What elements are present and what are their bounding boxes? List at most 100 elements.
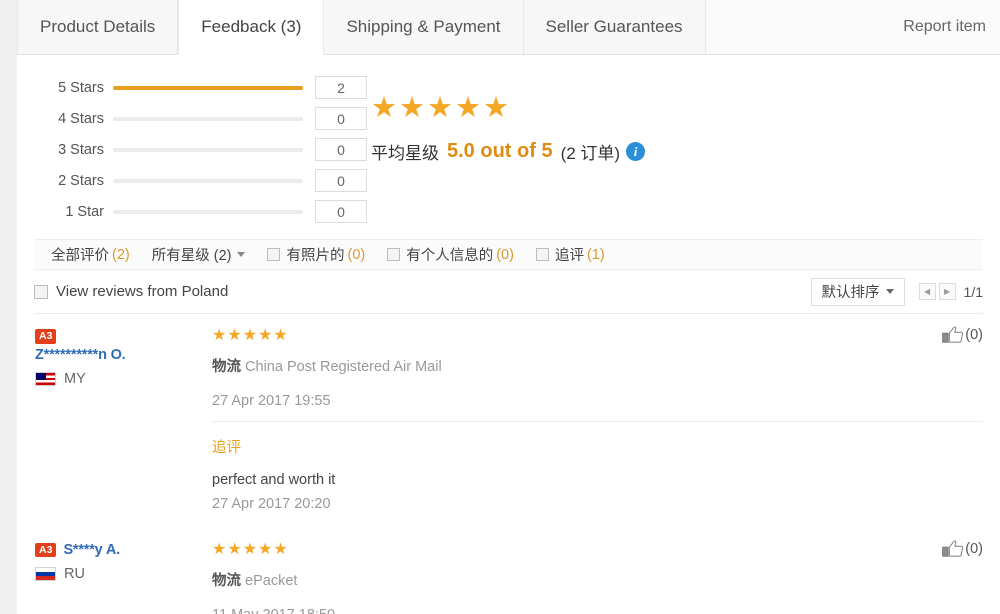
rating-row-1: 1 Star 0 xyxy=(51,196,367,227)
logistics-value: ePacket xyxy=(245,573,298,589)
review-stars-icon: ★★★★★ xyxy=(212,327,289,344)
chevron-down-icon xyxy=(237,252,246,257)
tab-label: Product Details xyxy=(40,17,156,36)
followup-review: 追评 perfect and worth it 27 Apr 2017 20:2… xyxy=(212,422,983,528)
sort-label: 默认排序 xyxy=(821,285,880,301)
country-code: RU xyxy=(64,566,85,582)
country-code: MY xyxy=(64,371,86,387)
report-item-link[interactable]: Report item xyxy=(903,0,1000,54)
followup-date: 27 Apr 2017 20:20 xyxy=(212,496,331,512)
reviewer-level-badge: A3 xyxy=(35,542,57,558)
rating-row-4: 4 Stars 0 xyxy=(51,103,367,134)
filter-all-reviews[interactable]: 全部评价 (2) xyxy=(51,244,130,265)
reviewer-info: A3 S****y A. RU xyxy=(34,542,174,614)
rating-row-5: 5 Stars 2 xyxy=(51,72,367,103)
helpful-button[interactable]: (0) xyxy=(942,540,983,558)
rating-count: 0 xyxy=(315,107,367,130)
filter-with-photos-label: 有照片的 xyxy=(286,248,345,264)
rating-row-label: 5 Stars xyxy=(58,79,104,96)
chevron-left-icon[interactable]: ◀ xyxy=(918,283,936,300)
helpful-count: (0) xyxy=(965,541,983,557)
rating-count: 0 xyxy=(315,169,367,192)
filter-all-reviews-label: 全部评价 xyxy=(51,248,109,264)
rating-bar-track xyxy=(113,147,303,152)
review-body: ★★★★★ 物流 China Post Registered Air Mail … xyxy=(174,328,983,528)
tab-label: Seller Guarantees xyxy=(545,17,683,36)
filter-with-personal-info-count: (0) xyxy=(496,246,514,263)
followup-title: 追评 xyxy=(212,440,241,456)
average-rating-score: 5.0 out of 5 xyxy=(447,140,553,162)
tab-bar-spacer xyxy=(705,0,904,54)
flag-icon-ru xyxy=(35,567,56,581)
review-item: A3 Z**********n O. MY ★★★★★ 物流 China Pos… xyxy=(34,314,983,528)
rating-bar-track xyxy=(113,178,303,183)
checkbox-icon[interactable] xyxy=(267,248,281,261)
view-options-row: View reviews from Poland 默认排序 ◀ ▶ 1/1 xyxy=(34,270,983,314)
review-stars-icon: ★★★★★ xyxy=(212,541,289,558)
checkbox-icon[interactable] xyxy=(535,248,549,261)
rating-bar-fill xyxy=(113,85,303,90)
filter-bar: 全部评价 (2) 所有星级 (2) 有照片的 (0) 有个人信息的 (0) 追评… xyxy=(34,239,983,270)
filter-all-reviews-count: (2) xyxy=(112,246,130,263)
filter-all-stars[interactable]: 所有星级 (2) xyxy=(152,244,246,265)
filter-with-photos-count: (0) xyxy=(347,246,366,263)
chevron-right-icon[interactable]: ▶ xyxy=(938,283,956,300)
tab-feedback[interactable]: Feedback (3) xyxy=(178,0,325,55)
rating-row-label: 3 Stars xyxy=(58,141,104,158)
sort-dropdown[interactable]: 默认排序 xyxy=(810,277,905,306)
tab-label: Feedback (3) xyxy=(201,17,302,36)
reviewer-name[interactable]: Z**********n O. xyxy=(35,347,174,363)
rating-count: 2 xyxy=(315,76,367,99)
average-stars-icon: ★★★★★ xyxy=(371,92,511,124)
rating-count: 0 xyxy=(315,138,367,161)
followup-text: perfect and worth it xyxy=(212,472,336,488)
average-rating-line: 平均星级 5.0 out of 5 (2 订单) i xyxy=(371,139,646,164)
logistics-label: 物流 xyxy=(212,573,241,589)
view-options-right: 默认排序 ◀ ▶ 1/1 xyxy=(810,277,983,306)
tab-product-details[interactable]: Product Details xyxy=(17,0,179,54)
tab-shipping-payment[interactable]: Shipping & Payment xyxy=(324,0,524,54)
filter-with-personal-info-label: 有个人信息的 xyxy=(406,248,494,264)
filter-followup-label: 追评 xyxy=(554,248,584,264)
rating-row-label: 1 Star xyxy=(65,203,104,220)
thumbs-up-icon xyxy=(942,326,964,343)
reviewer-country: RU xyxy=(35,566,174,582)
review-item: A3 S****y A. RU ★★★★★ 物流 ePacket 11 May … xyxy=(34,528,983,614)
rating-breakdown: 5 Stars 2 4 Stars 0 3 Stars 0 2 Stars 0 … xyxy=(17,72,367,227)
checkbox-icon[interactable] xyxy=(387,248,401,261)
thumbs-up-icon xyxy=(942,540,964,557)
rating-row-label: 2 Stars xyxy=(58,172,104,189)
logistics-value: China Post Registered Air Mail xyxy=(245,359,442,375)
rating-row-3: 3 Stars 0 xyxy=(51,134,367,165)
rating-summary: 5 Stars 2 4 Stars 0 3 Stars 0 2 Stars 0 … xyxy=(17,55,1000,227)
review-body: ★★★★★ 物流 ePacket 11 May 2017 18:50 xyxy=(174,542,983,614)
rating-bar-track xyxy=(113,209,303,214)
logistics-label: 物流 xyxy=(212,359,241,375)
average-rating-orders: (2 订单) xyxy=(560,144,621,163)
pagination: ◀ ▶ 1/1 xyxy=(918,283,983,300)
rating-bar-track xyxy=(113,85,303,90)
average-rating: ★★★★★ 平均星级 5.0 out of 5 (2 订单) i xyxy=(367,72,646,227)
filter-followup-count: (1) xyxy=(586,246,605,263)
filter-with-photos[interactable]: 有照片的 (0) xyxy=(267,244,365,265)
tab-bar: Product Details Feedback (3) Shipping & … xyxy=(17,0,1000,55)
view-reviews-from-country-toggle[interactable]: View reviews from Poland xyxy=(34,283,228,300)
info-icon[interactable]: i xyxy=(626,142,646,161)
checkbox-icon[interactable] xyxy=(34,284,48,299)
helpful-count: (0) xyxy=(965,327,983,343)
page-indicator: 1/1 xyxy=(963,283,983,300)
chevron-down-icon xyxy=(885,289,894,294)
tab-seller-guarantees[interactable]: Seller Guarantees xyxy=(523,0,706,54)
review-date: 11 May 2017 18:50 xyxy=(212,607,983,614)
filter-followup[interactable]: 追评 (1) xyxy=(535,244,605,265)
filter-with-personal-info[interactable]: 有个人信息的 (0) xyxy=(387,244,514,265)
tab-label: Shipping & Payment xyxy=(346,17,501,36)
rating-count: 0 xyxy=(315,200,367,223)
feedback-content: 5 Stars 2 4 Stars 0 3 Stars 0 2 Stars 0 … xyxy=(17,55,1000,614)
helpful-button[interactable]: (0) xyxy=(942,326,983,344)
reviewer-level-badge: A3 xyxy=(35,329,57,345)
view-reviews-label: View reviews from Poland xyxy=(56,283,229,300)
flag-icon-my xyxy=(35,372,56,386)
reviewer-name[interactable]: S****y A. xyxy=(63,542,120,558)
average-rating-label: 平均星级 xyxy=(371,144,439,163)
